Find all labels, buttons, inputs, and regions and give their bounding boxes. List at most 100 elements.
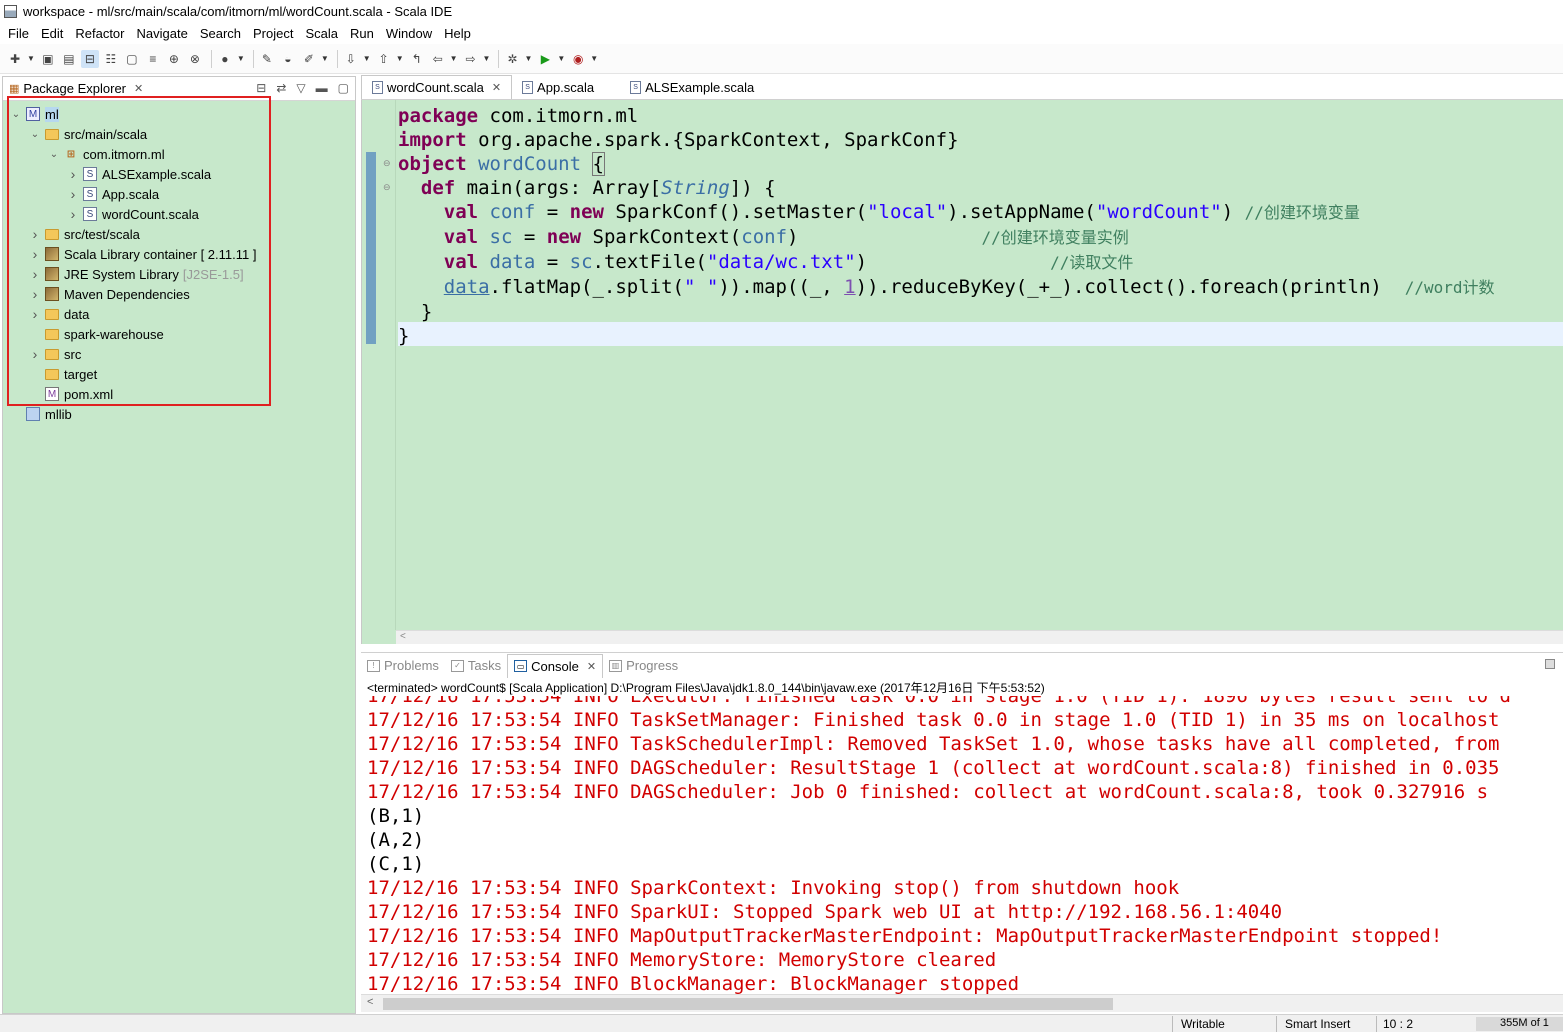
tree-item[interactable]: › Maven Dependencies [28,284,190,304]
tree-item[interactable]: ⌄ Mml [9,104,59,124]
package-explorer-panel: ▦ Package Explorer ✕ ⊟ ⇄ ▽ ▬ ▢ ⌄ Mml ⌄ src/… [2,76,356,1014]
chevron-down-icon[interactable]: ⌄ [47,149,61,160]
debug-run-dropdown-icon[interactable]: ▼ [524,54,532,63]
skip-breakpoints-icon[interactable]: ✎ [258,50,276,68]
menu-project[interactable]: Project [247,26,299,41]
chevron-down-icon[interactable]: ⌄ [9,109,23,120]
editor-horizontal-scrollbar[interactable]: < [396,630,1563,644]
menu-help[interactable]: Help [438,26,477,41]
maximize-icon[interactable]: ▢ [338,81,349,95]
tab-app-scala[interactable]: S App.scala [512,75,604,99]
menu-refactor[interactable]: Refactor [69,26,130,41]
status-divider [1172,1016,1173,1032]
external-tools-icon[interactable]: ◉ [569,50,587,68]
chevron-right-icon[interactable]: › [28,286,42,302]
forward-icon[interactable]: ⇨ [462,50,480,68]
chevron-right-icon[interactable]: › [28,246,42,262]
new-dropdown-icon[interactable]: ▼ [27,54,35,63]
maximize-icon[interactable] [1545,659,1555,669]
menu-run[interactable]: Run [344,26,380,41]
tab-tasks[interactable]: ✓ Tasks [445,654,507,678]
close-icon[interactable]: ✕ [492,81,501,94]
chevron-right-icon[interactable]: › [28,346,42,362]
menu-scala[interactable]: Scala [299,26,344,41]
save-all-icon[interactable]: ▤ [60,50,78,68]
new-icon[interactable]: ✚ [6,50,24,68]
tree-item[interactable]: › SwordCount.scala [66,204,199,224]
external-tools-dropdown-icon[interactable]: ▼ [590,54,598,63]
tab-problems[interactable]: ! Problems [361,654,445,678]
build-icon[interactable]: ☷ [102,50,120,68]
minimize-icon[interactable]: ▬ [316,81,328,95]
source-code[interactable]: package com.itmorn.ml import org.apache.… [398,104,1495,348]
console-horizontal-scrollbar[interactable]: < [361,994,1563,1012]
menu-edit[interactable]: Edit [35,26,69,41]
package-explorer-tab[interactable]: ▦ Package Explorer ✕ [9,81,143,96]
console-output[interactable]: 17/12/16 17:53:54 INFO Executor: Finishe… [361,696,1563,994]
tab-progress[interactable]: ▥ Progress [603,654,684,678]
menu-file[interactable]: File [2,26,35,41]
save-icon[interactable]: ▣ [39,50,57,68]
tree-item[interactable]: › data [28,304,90,324]
tab-wordcount-scala[interactable]: S wordCount.scala ✕ [361,75,513,99]
collapse-all-icon[interactable]: ⊟ [256,81,266,95]
chevron-right-icon[interactable]: › [28,266,42,282]
tree-item[interactable]: spark-warehouse [28,324,164,344]
debug-icon[interactable]: ✲ [503,50,521,68]
debug-dropdown-icon[interactable]: ▼ [237,54,245,63]
scrollbar-thumb[interactable] [383,998,1113,1010]
menu-window[interactable]: Window [380,26,438,41]
next-annotation-dropdown-icon[interactable]: ▼ [363,54,371,63]
open-task-icon[interactable]: ◒ [279,50,297,68]
prev-annotation-dropdown-icon[interactable]: ▼ [396,54,404,63]
annotation-icon[interactable]: ✐ [300,50,318,68]
back-icon[interactable]: ⇦ [429,50,447,68]
heap-status[interactable]: 355M of 1 [1476,1017,1563,1031]
chevron-down-icon[interactable]: ⌄ [28,129,42,140]
close-icon[interactable]: ✕ [587,660,596,673]
open-type-icon[interactable]: ⊕ [165,50,183,68]
debug-person-icon[interactable]: ● [216,50,234,68]
text-icon[interactable]: ≡ [144,50,162,68]
folder-icon [45,328,59,340]
next-annotation-icon[interactable]: ⇩ [342,50,360,68]
scroll-left-icon[interactable]: < [367,996,373,1008]
run-icon[interactable]: ▶ [536,50,554,68]
tree-item[interactable]: › src [28,344,82,364]
tree-item[interactable]: Mpom.xml [28,384,113,404]
scroll-left-icon[interactable]: < [400,631,406,642]
fold-toggle-icon[interactable]: ⊖ [383,182,391,193]
chevron-right-icon[interactable]: › [28,306,42,322]
tree-item[interactable]: › JRE System Library [J2SE-1.5] [28,264,244,284]
link-icon[interactable]: ⊟ [80,49,99,68]
prev-annotation-icon[interactable]: ⇧ [375,50,393,68]
chevron-right-icon[interactable]: › [66,186,80,202]
chevron-right-icon[interactable]: › [28,226,42,242]
tree-item[interactable]: mllib [9,404,72,424]
forward-dropdown-icon[interactable]: ▼ [483,54,491,63]
tree-item[interactable]: › S App.scala [66,184,159,204]
last-edit-icon[interactable]: ↰ [408,50,426,68]
tab-alsexample-scala[interactable]: S ALSExample.scala [620,75,764,99]
run-dropdown-icon[interactable]: ▼ [557,54,565,63]
close-icon[interactable]: ✕ [134,82,143,95]
chevron-right-icon[interactable]: › [66,206,80,222]
open-resource-icon[interactable]: ⊗ [186,50,204,68]
tree-item[interactable]: ⌄ ⊞ com.itmorn.ml [47,144,165,164]
menu-navigate[interactable]: Navigate [131,26,194,41]
code-editor[interactable]: ⊖ ⊖ package com.itmorn.ml import org.apa… [361,100,1563,644]
link-with-editor-icon[interactable]: ⇄ [276,81,286,95]
tree-item[interactable]: › src/test/scala [28,224,140,244]
view-menu-icon[interactable]: ▽ [296,81,305,95]
menu-search[interactable]: Search [194,26,247,41]
tree-item[interactable]: ⌄ src/main/scala [28,124,147,144]
tree-item[interactable]: › Scala Library container [ 2.11.11 ] [28,244,257,264]
fold-toggle-icon[interactable]: ⊖ [383,158,391,169]
tree-item[interactable]: › S ALSExample.scala [66,164,211,184]
back-dropdown-icon[interactable]: ▼ [450,54,458,63]
tab-console[interactable]: ▭ Console ✕ [507,653,604,678]
annotation-dropdown-icon[interactable]: ▼ [321,54,329,63]
chevron-right-icon[interactable]: › [66,166,80,182]
tree-item[interactable]: target [28,364,97,384]
console-view-icon[interactable]: ▢ [123,50,141,68]
